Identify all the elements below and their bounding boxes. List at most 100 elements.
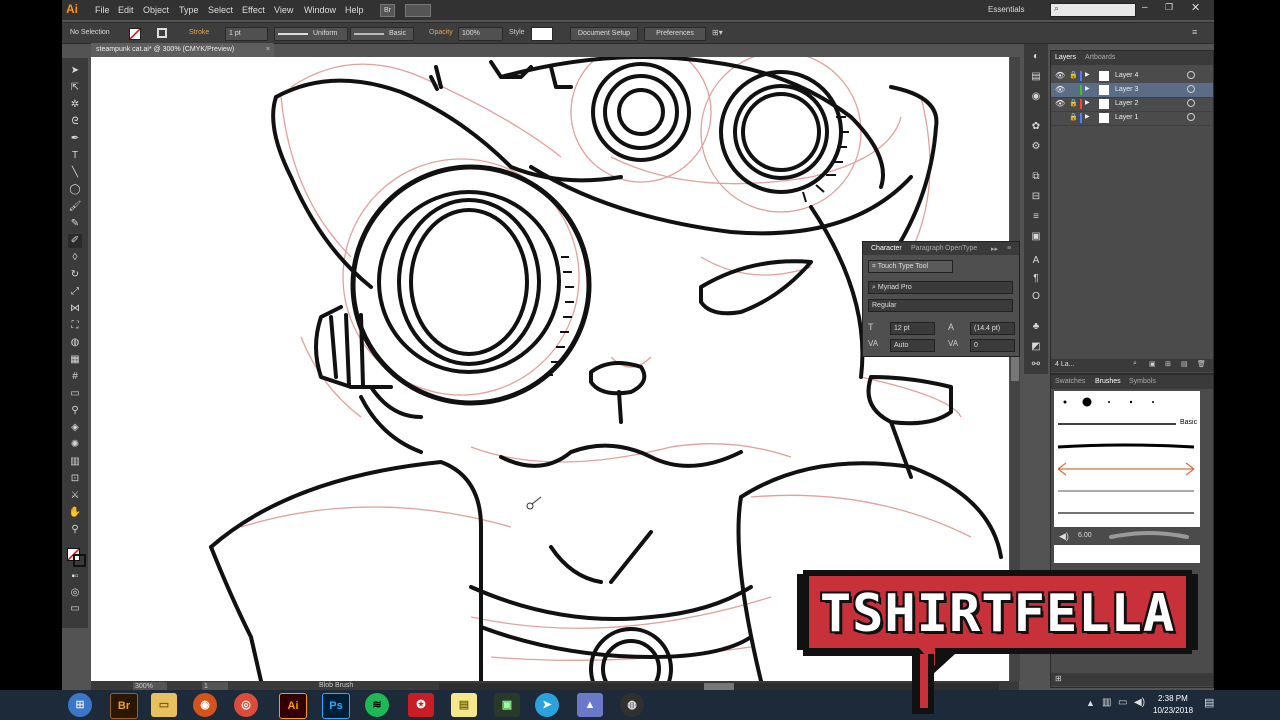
make-clipping-mask-icon[interactable]: ▣: [1149, 360, 1156, 368]
line-tool-icon[interactable]: ╲: [68, 166, 82, 180]
notes-icon[interactable]: ▤: [451, 693, 477, 717]
expand-arrow-icon[interactable]: ▶: [1085, 85, 1090, 92]
tab-character[interactable]: Character: [871, 245, 902, 252]
close-doc-icon[interactable]: ×: [266, 43, 270, 57]
new-sublayer-icon[interactable]: ⊞: [1165, 360, 1171, 368]
symbol-sprayer-icon[interactable]: ✺: [68, 438, 82, 452]
panel-menu-icon[interactable]: ≡: [1007, 245, 1011, 252]
tab-brushes[interactable]: Brushes: [1095, 378, 1121, 385]
delete-layer-icon[interactable]: 🗑: [1197, 360, 1206, 368]
pencil-icon[interactable]: ✎: [68, 217, 82, 231]
rotate-tool-icon[interactable]: ↻: [68, 268, 82, 282]
color-panel-icon[interactable]: ◐: [1029, 50, 1043, 64]
photoshop-icon[interactable]: Ps: [322, 693, 350, 719]
layer-row[interactable]: 👁 🔒 ▶ Layer 4: [1051, 69, 1213, 84]
workspace-switcher[interactable]: Essentials: [988, 5, 1024, 14]
appearance-icon[interactable]: ✿: [1029, 120, 1043, 134]
width-tool-icon[interactable]: ⋈: [68, 302, 82, 316]
terminal-icon[interactable]: ▣: [494, 693, 520, 717]
font-style-field[interactable]: Regular: [868, 299, 1013, 312]
artboard-tool-icon[interactable]: ⊡: [68, 472, 82, 486]
target-icon[interactable]: [1187, 113, 1195, 121]
paintbrush-icon[interactable]: 🖌: [68, 200, 82, 214]
lock-icon[interactable]: 🔒: [1069, 71, 1078, 79]
fill-swatch[interactable]: [129, 28, 141, 40]
hscroll-thumb[interactable]: [704, 683, 734, 690]
layer-row[interactable]: 👁 🔒 ▶ Layer 2: [1051, 97, 1213, 112]
layer-name[interactable]: Layer 3: [1115, 86, 1138, 93]
swatches-icon[interactable]: ◉: [1029, 90, 1043, 104]
pen-tool-icon[interactable]: ✒: [68, 132, 82, 146]
tab-opentype[interactable]: OpenType: [945, 245, 977, 252]
target-icon[interactable]: [1187, 99, 1195, 107]
touch-type-tool-button[interactable]: ⌗ Touch Type Tool: [868, 260, 953, 273]
eye-icon[interactable]: 👁: [1055, 99, 1065, 108]
blend-tool-icon[interactable]: ◈: [68, 421, 82, 435]
game-app-icon[interactable]: ✪: [408, 693, 434, 717]
brush-definition[interactable]: Basic: [350, 27, 414, 41]
tab-paragraph[interactable]: Paragraph: [911, 245, 944, 252]
document-tab[interactable]: steampunk cat.ai* @ 300% (CMYK/Preview) …: [91, 43, 274, 57]
target-icon[interactable]: [1187, 85, 1195, 93]
leading-field[interactable]: (14.4 pt): [970, 322, 1015, 335]
zoom-tool-icon[interactable]: ⚲: [68, 523, 82, 537]
magic-wand-icon[interactable]: ✲: [68, 98, 82, 112]
hand-tool-icon[interactable]: ✋: [68, 506, 82, 520]
eraser-icon[interactable]: ◊: [68, 251, 82, 265]
blob-brush-icon[interactable]: ✐: [68, 234, 82, 248]
variable-width-profile[interactable]: Uniform: [274, 27, 348, 41]
selection-tool-icon[interactable]: ➤: [68, 64, 82, 78]
menu-edit[interactable]: Edit: [118, 5, 134, 15]
shape-builder-icon[interactable]: ◍: [68, 336, 82, 350]
free-transform-icon[interactable]: ⛶: [68, 319, 82, 333]
minimize-icon[interactable]: –: [1142, 2, 1148, 13]
arrange-documents-button[interactable]: [405, 4, 431, 17]
draw-mode-icon[interactable]: ◎: [68, 586, 82, 600]
stroke-panel-icon[interactable]: ▣: [1029, 230, 1043, 244]
stroke-color-icon[interactable]: [73, 554, 86, 567]
eye-icon[interactable]: 👁: [1055, 85, 1065, 94]
paragraph-panel-icon[interactable]: ¶: [1029, 272, 1043, 286]
layer-name[interactable]: Layer 4: [1115, 72, 1138, 79]
tracking-field[interactable]: 0: [970, 339, 1015, 352]
target-icon[interactable]: [1187, 71, 1195, 79]
illustrator-taskbar-icon[interactable]: Ai: [279, 693, 307, 719]
artboard-field[interactable]: 1: [202, 682, 228, 690]
windows-start-icon[interactable]: ⊞: [68, 693, 92, 717]
app-cone-icon[interactable]: ▲: [577, 693, 603, 717]
lock-icon[interactable]: 🔒: [1069, 99, 1078, 107]
gradient-tool-icon[interactable]: ▭: [68, 387, 82, 401]
expand-arrow-icon[interactable]: ▶: [1085, 99, 1090, 106]
screen-mode-icon[interactable]: ▭: [68, 602, 82, 616]
eye-icon[interactable]: 👁: [1055, 71, 1065, 80]
lock-icon[interactable]: 🔒: [1069, 113, 1078, 121]
arrange-icon[interactable]: ⊞▾: [712, 28, 723, 37]
bridge-button[interactable]: Br: [380, 4, 395, 17]
type-tool-icon[interactable]: T: [68, 149, 82, 163]
menu-object[interactable]: Object: [143, 5, 169, 15]
opacity-field[interactable]: 100%: [458, 27, 503, 41]
layer-name[interactable]: Layer 1: [1115, 114, 1138, 121]
expand-arrow-icon[interactable]: ▶: [1085, 71, 1090, 78]
scroll-thumb[interactable]: [1011, 357, 1019, 381]
color-guide-icon[interactable]: ▤: [1029, 70, 1043, 84]
spotify-icon[interactable]: ≋: [365, 693, 389, 717]
locate-object-icon[interactable]: ⌕: [1133, 360, 1137, 368]
menu-window[interactable]: Window: [304, 5, 336, 15]
eyedropper-icon[interactable]: ⚲: [68, 404, 82, 418]
stroke-swatch[interactable]: [157, 28, 167, 38]
document-setup-button[interactable]: Document Setup: [570, 27, 638, 41]
bridge-icon[interactable]: Br: [110, 693, 138, 719]
collapse-panel-icon[interactable]: ▸▸: [991, 245, 998, 253]
color-mode-icon[interactable]: ▪▫: [68, 570, 82, 584]
chrome-icon[interactable]: ◎: [234, 693, 258, 717]
scale-tool-icon[interactable]: ⤢: [68, 285, 82, 299]
opentype-panel-icon[interactable]: O: [1029, 290, 1043, 304]
brushes-panel-icon[interactable]: ◩: [1029, 340, 1043, 354]
opacity-label[interactable]: Opacity: [429, 29, 453, 36]
lasso-icon[interactable]: ᘓ: [68, 115, 82, 129]
stroke-label[interactable]: Stroke: [189, 29, 209, 36]
perspective-grid-icon[interactable]: ▦: [68, 353, 82, 367]
zoom-field[interactable]: 300%: [133, 682, 167, 690]
menu-help[interactable]: Help: [345, 5, 364, 15]
